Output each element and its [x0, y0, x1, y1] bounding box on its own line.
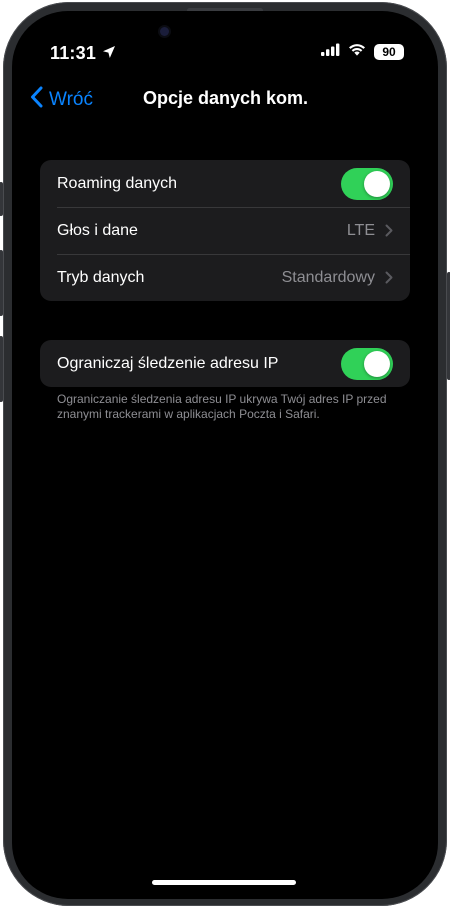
back-button[interactable]: Wróć: [30, 86, 93, 114]
row-value: Standardowy: [281, 268, 375, 286]
toggle-knob: [364, 350, 390, 377]
row-label: Roaming danych: [57, 174, 178, 192]
row-label: Ograniczaj śledzenie adresu IP: [57, 354, 279, 372]
chevron-left-icon: [30, 86, 43, 114]
volume-down-button: [0, 336, 3, 402]
back-label: Wróć: [49, 89, 93, 110]
toggle-knob: [364, 170, 390, 197]
clock: 11:31: [50, 43, 97, 63]
page-title: Opcje danych kom.: [143, 88, 309, 108]
chevron-right-icon: [385, 271, 393, 284]
row-voice-data[interactable]: Głos i dane LTE: [40, 207, 410, 254]
action-button: [0, 182, 3, 216]
volume-up-button: [0, 250, 3, 316]
battery-level: 90: [374, 44, 404, 60]
wifi-icon: [348, 43, 366, 61]
status-indicators: 90: [321, 43, 404, 61]
chevron-right-icon: [385, 224, 393, 237]
row-label: Tryb danych: [57, 268, 145, 286]
status-time: 11:31: [50, 43, 116, 64]
home-indicator[interactable]: [152, 880, 296, 885]
limit-ip-tracking-toggle[interactable]: [341, 347, 393, 380]
row-value: LTE: [346, 221, 375, 239]
front-camera: [160, 27, 169, 36]
ip-tracking-group: Ograniczaj śledzenie adresu IP: [40, 340, 410, 387]
data-roaming-toggle[interactable]: [341, 167, 393, 200]
cellular-signal-icon: [321, 43, 340, 61]
data-options-group: Roaming danych Głos i dane LTE Tryb dany…: [40, 160, 410, 301]
location-arrow-icon: [102, 43, 116, 64]
row-data-roaming: Roaming danych: [40, 160, 410, 207]
row-data-mode[interactable]: Tryb danych Standardowy: [40, 254, 410, 301]
ip-tracking-footnote: Ograniczanie śledzenia adresu IP ukrywa …: [57, 392, 387, 421]
screen: [12, 11, 438, 899]
row-label: Głos i dane: [57, 221, 138, 239]
row-limit-ip-tracking: Ograniczaj śledzenie adresu IP: [40, 340, 410, 387]
